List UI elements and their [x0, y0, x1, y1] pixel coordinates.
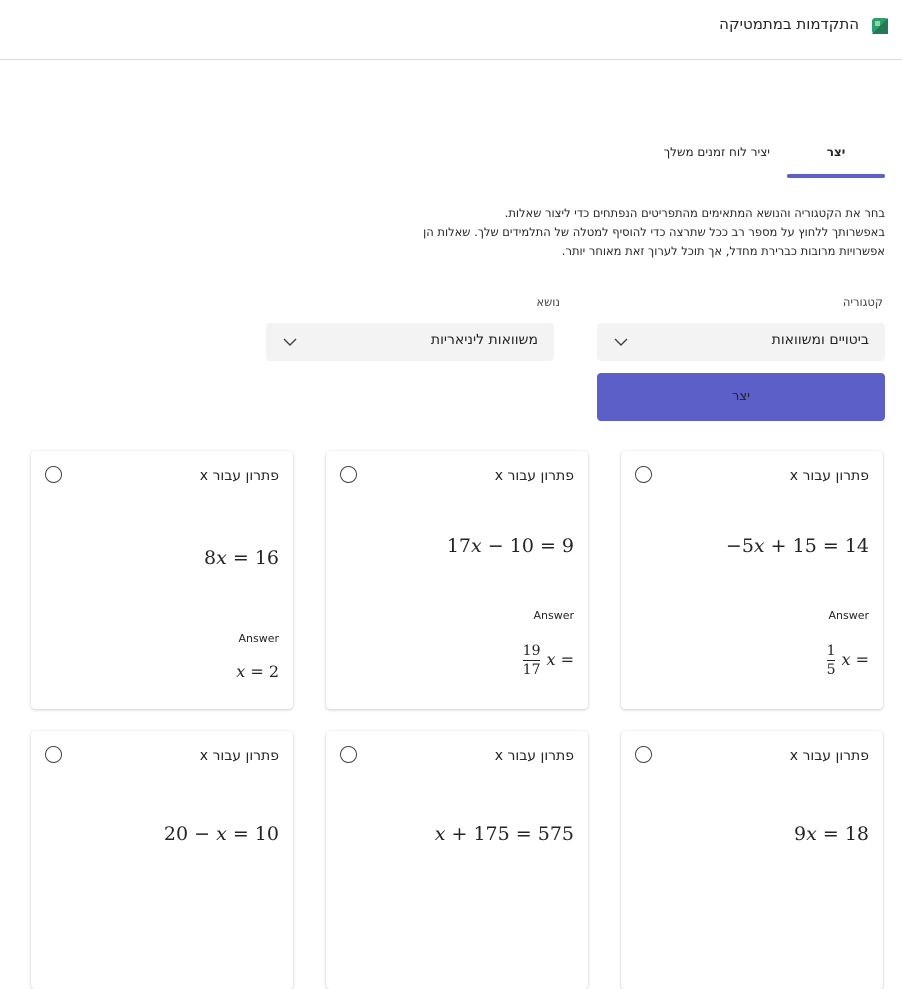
card-answer: 1 5 𝑥 = [826, 643, 869, 678]
fraction-denominator: 17 [522, 662, 541, 678]
card-equation: 𝑥 + 175 = 575 [434, 823, 574, 845]
card-title: פתרון עבור x [494, 468, 574, 484]
select-radio[interactable] [635, 746, 652, 763]
answer-lhs: 𝑥 = [841, 650, 869, 669]
question-card[interactable]: פתרון עבור x 8𝑥 = 16 Answer 𝑥 = 2 [31, 451, 293, 709]
card-title: פתרון עבור x [789, 468, 869, 484]
select-radio[interactable] [45, 466, 62, 483]
app-title: התקדמות במתמטיקה [719, 15, 859, 33]
card-equation: 9𝑥 = 18 [794, 823, 869, 845]
answer-fraction: 19 17 [522, 643, 541, 678]
topic-dropdown-value: משוואות ליניאריות [430, 332, 538, 348]
card-equation: 17𝑥 − 10 = 9 [446, 535, 574, 557]
category-dropdown[interactable]: ביטויים ומשוואות [597, 323, 885, 361]
card-answer: 𝑥 = 2 [236, 662, 279, 681]
select-radio[interactable] [340, 746, 357, 763]
card-title: פתרון עבור x [199, 748, 279, 764]
fraction-numerator: 1 [826, 643, 836, 659]
card-equation: 8𝑥 = 16 [204, 547, 279, 569]
card-title: פתרון עבור x [199, 468, 279, 484]
instructions-line: אפשרויות מרובות כברירת מחדל, אך תוכל לער… [561, 244, 885, 258]
fraction-denominator: 5 [826, 662, 836, 678]
card-answer: 19 17 𝑥 = [522, 643, 574, 678]
chevron-down-icon [614, 338, 628, 346]
app-header: התקדמות במתמטיקה [0, 0, 902, 60]
tab-create-own-schedule[interactable]: יציר לוח זמנים משלך [664, 144, 770, 160]
answer-lhs: 𝑥 = [546, 650, 574, 669]
instructions-line: באפשרותך ללחוץ על מספר רב ככל שתרצה כדי … [423, 225, 885, 239]
card-equation: 20 − 𝑥 = 10 [163, 823, 279, 845]
question-card[interactable]: פתרון עבור x 𝑥 + 175 = 575 [326, 731, 588, 989]
card-title: פתרון עבור x [494, 748, 574, 764]
tab-create[interactable]: יצר [787, 144, 885, 178]
chevron-down-icon [283, 338, 297, 346]
select-radio[interactable] [635, 466, 652, 483]
fraction-bar [522, 660, 541, 661]
question-card[interactable]: פתרון עבור x 20 − 𝑥 = 10 [31, 731, 293, 989]
select-radio[interactable] [45, 746, 62, 763]
card-title: פתרון עבור x [789, 748, 869, 764]
topic-label: נושא [536, 295, 560, 309]
answer-label: Answer [238, 632, 279, 645]
select-radio[interactable] [340, 466, 357, 483]
fraction-bar [826, 660, 836, 661]
category-label: קטגוריה [842, 295, 883, 309]
answer-fraction: 1 5 [826, 643, 836, 678]
active-tab-indicator [787, 174, 885, 178]
card-equation: −5𝑥 + 15 = 14 [725, 535, 869, 557]
topic-dropdown[interactable]: משוואות ליניאריות [266, 323, 554, 361]
generate-button[interactable]: יצר [597, 373, 885, 421]
question-card[interactable]: פתרון עבור x −5𝑥 + 15 = 14 Answer 1 5 𝑥 … [621, 451, 883, 709]
app-icon [872, 18, 888, 34]
instructions-line: בחר את הקטגוריה והנושא המתאימים מהתפריטי… [504, 206, 885, 220]
answer-label: Answer [828, 609, 869, 622]
question-card[interactable]: פתרון עבור x 9𝑥 = 18 [621, 731, 883, 989]
answer-label: Answer [533, 609, 574, 622]
question-card[interactable]: פתרון עבור x 17𝑥 − 10 = 9 Answer 19 17 𝑥… [326, 451, 588, 709]
instructions: בחר את הקטגוריה והנושא המתאימים מהתפריטי… [325, 204, 885, 261]
category-dropdown-value: ביטויים ומשוואות [771, 332, 869, 348]
fraction-numerator: 19 [522, 643, 541, 659]
